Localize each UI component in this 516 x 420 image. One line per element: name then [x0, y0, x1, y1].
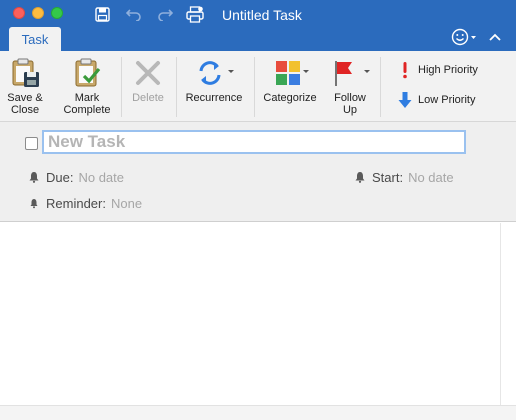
tab-task[interactable]: Task [9, 27, 61, 51]
window-title: Untitled Task [222, 7, 302, 23]
task-subject-input[interactable] [42, 130, 466, 154]
recurrence-button[interactable]: Recurrence [182, 51, 246, 122]
print-icon[interactable] [186, 5, 204, 23]
flag-icon [328, 57, 372, 89]
reminder-bell-icon [30, 199, 38, 209]
ribbon-divider [176, 57, 177, 117]
recurrence-label: Recurrence [185, 92, 243, 104]
reminder-field[interactable]: Reminder: None [28, 195, 142, 211]
start-label: Start: [372, 169, 404, 185]
ribbon-divider [380, 57, 381, 117]
ribbon-divider [254, 57, 255, 117]
bottom-bar [0, 405, 516, 420]
delete-button[interactable]: Delete [126, 51, 170, 122]
recurrence-icon [194, 57, 234, 89]
exclamation-icon [396, 61, 414, 79]
low-priority-button[interactable]: Low Priority [396, 89, 475, 111]
categorize-button[interactable]: Categorize [260, 51, 320, 122]
due-date-field[interactable]: Due: No date [28, 169, 124, 185]
feedback-smiley-button[interactable] [451, 27, 479, 47]
zoom-window-button[interactable] [51, 7, 63, 19]
save-icon[interactable] [93, 5, 111, 23]
mark-complete-icon [72, 57, 102, 89]
save-close-label: Save & Close [7, 92, 43, 116]
ribbon: Save & Close Mark Complete Delete Recurr… [0, 51, 516, 122]
bell-icon [355, 172, 365, 183]
reminder-label: Reminder: [46, 195, 106, 211]
task-notes-body[interactable] [0, 223, 500, 405]
due-label: Due: [46, 169, 74, 185]
down-arrow-icon [396, 91, 414, 109]
redo-icon[interactable] [156, 5, 174, 23]
due-value[interactable]: No date [78, 170, 124, 185]
mark-complete-label: Mark Complete [63, 92, 111, 116]
complete-checkbox[interactable] [25, 137, 38, 150]
delete-label: Delete [132, 92, 164, 104]
categorize-label: Categorize [263, 92, 317, 104]
scrollbar[interactable] [500, 223, 516, 405]
chevron-up-icon [489, 33, 501, 41]
reminder-value[interactable]: None [111, 196, 142, 211]
task-form: Due: No date Start: No date Reminder: No… [0, 122, 516, 222]
follow-up-button[interactable]: Follow Up [326, 51, 374, 122]
save-close-icon [10, 57, 40, 89]
start-date-field[interactable]: Start: No date [354, 169, 454, 185]
save-and-close-button[interactable]: Save & Close [4, 51, 46, 122]
mark-complete-button[interactable]: Mark Complete [61, 51, 113, 122]
categorize-icon [270, 57, 310, 89]
follow-up-label: Follow Up [334, 92, 366, 116]
ribbon-divider [121, 57, 122, 117]
collapse-ribbon-button[interactable] [486, 29, 504, 47]
close-window-button[interactable] [13, 7, 25, 19]
low-priority-label: Low Priority [418, 94, 476, 106]
start-value[interactable]: No date [408, 170, 454, 185]
delete-x-icon [134, 57, 162, 89]
minimize-window-button[interactable] [32, 7, 44, 19]
high-priority-button[interactable]: High Priority [396, 59, 478, 81]
title-bar: Untitled Task Task [0, 0, 516, 51]
undo-icon[interactable] [125, 5, 143, 23]
high-priority-label: High Priority [418, 64, 478, 76]
smiley-icon [451, 28, 476, 46]
bell-icon [29, 172, 39, 183]
